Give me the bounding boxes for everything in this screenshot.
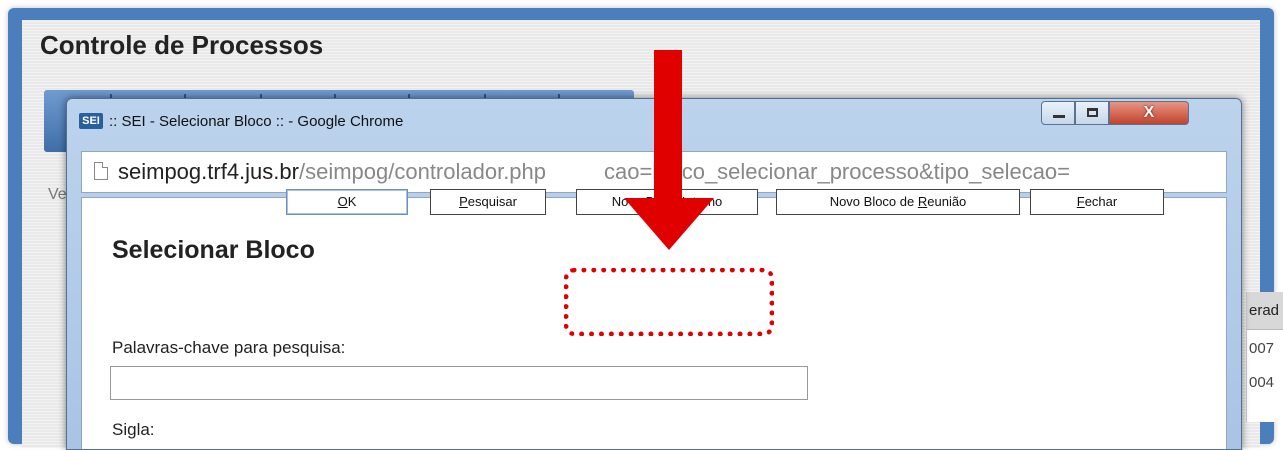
table-column-header: erad: [1247, 292, 1283, 330]
btn-text: echar: [1084, 194, 1118, 209]
close-icon: X: [1143, 104, 1155, 121]
popup-window-title: :: SEI - Selecionar Bloco :: - Google Ch…: [109, 113, 404, 130]
novo-bloco-reuniao-button[interactable]: Novo Bloco de Reunião: [776, 189, 1020, 215]
maximize-icon: [1087, 108, 1098, 117]
minimize-button[interactable]: [1041, 101, 1075, 125]
background-table: erad 007 004: [1246, 292, 1283, 422]
page-icon: [94, 162, 108, 180]
dialog-title: Selecionar Bloco: [112, 236, 315, 264]
close-button[interactable]: X: [1109, 101, 1189, 125]
maximize-button[interactable]: [1075, 101, 1109, 125]
fechar-button[interactable]: Fechar: [1030, 189, 1164, 215]
ok-button[interactable]: OK: [286, 189, 408, 215]
url-path: /seimpog/controlador.php: [298, 159, 547, 184]
btn-accel: O: [337, 194, 348, 209]
window-controls: X: [1041, 101, 1235, 127]
arrow-shaft: [654, 50, 682, 200]
highlight-annotation: [564, 268, 774, 336]
btn-text: esquisar: [467, 194, 517, 209]
table-cell: 004: [1249, 374, 1275, 391]
minimize-icon: [1053, 115, 1065, 118]
btn-text: K: [347, 194, 357, 209]
page-title: Controle de Processos: [40, 30, 324, 60]
url-domain: seimpog.trf4.jus.br: [118, 159, 299, 184]
btn-accel: F: [1076, 194, 1085, 209]
background-partial-label: Ve: [48, 186, 67, 203]
btn-accel: P: [459, 194, 468, 209]
pesquisar-button[interactable]: Pesquisar: [430, 189, 546, 215]
table-cell: 007: [1249, 340, 1275, 357]
btn-accel: R: [917, 194, 928, 209]
sei-favicon-icon: SEI: [79, 113, 103, 129]
btn-text: eunião: [927, 194, 967, 209]
sigla-label: Sigla:: [112, 420, 155, 439]
btn-text: Novo Bloco de: [829, 194, 918, 209]
arrow-head: [624, 198, 714, 250]
palavras-chave-input[interactable]: [110, 366, 808, 400]
red-arrow-annotation: [624, 50, 714, 250]
palavras-chave-label: Palavras-chave para pesquisa:: [112, 338, 346, 357]
